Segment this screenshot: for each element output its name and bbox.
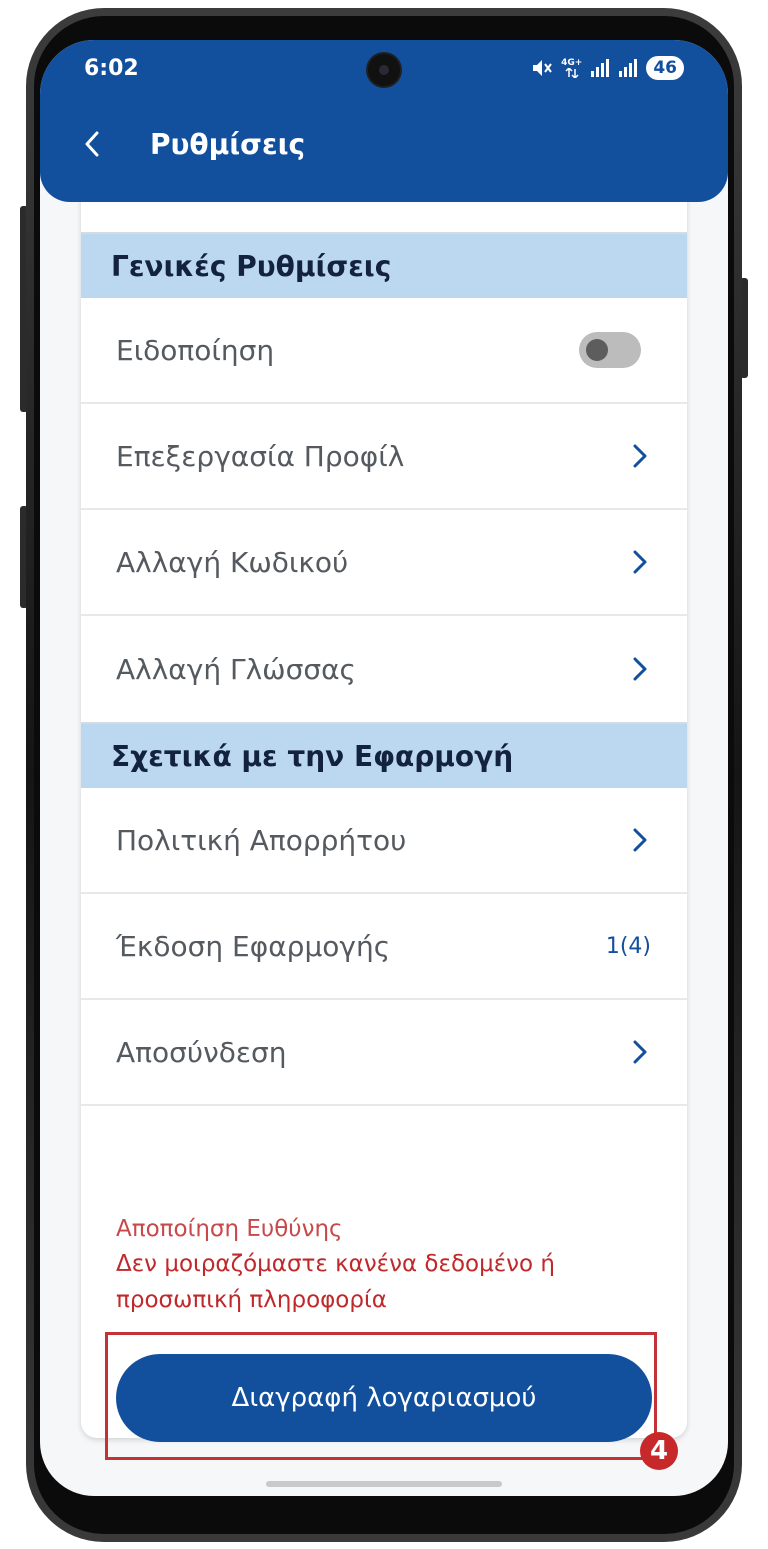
home-indicator[interactable] [266, 1481, 502, 1487]
disclaimer: Αποποίηση Ευθύνης Δεν μοιραζόμαστε κανέν… [116, 1216, 656, 1318]
page-title: Ρυθμίσεις [150, 128, 306, 161]
toggle-knob [586, 339, 608, 361]
status-time: 6:02 [84, 56, 139, 81]
chevron-right-icon [633, 444, 647, 468]
disclaimer-text-line: Δεν μοιραζόμαστε κανένα δεδομένο ή [116, 1251, 555, 1277]
signal-icon [591, 59, 610, 77]
front-camera [368, 54, 400, 86]
status-icons: 4G+ 46 [531, 56, 684, 80]
network-4g-icon: 4G+ [561, 57, 583, 78]
settings-card: Γενικές Ρυθμίσεις Ειδοποίηση Επεξεργασία… [81, 160, 687, 1470]
signal-icon [619, 59, 638, 77]
settings-item-label: Ειδοποίηση [116, 333, 275, 367]
settings-item-edit-profile[interactable]: Επεξεργασία Προφίλ [81, 404, 687, 510]
disclaimer-text: Δεν μοιραζόμαστε κανένα δεδομένο ή προσω… [116, 1246, 656, 1318]
settings-item-label: Έκδοση Εφαρμογής [116, 929, 391, 963]
settings-item-label: Αλλαγή Κωδικού [116, 545, 349, 579]
phone-screen: 6:02 4G+ 46 Ρυθμίσεις Γενικές Ρυθμίσεις … [40, 40, 728, 1496]
chevron-right-icon [633, 657, 647, 681]
settings-item-change-language[interactable]: Αλλαγή Γλώσσας [81, 616, 687, 722]
chevron-right-icon [633, 550, 647, 574]
disclaimer-text-line: προσωπική πληροφορία [116, 1287, 387, 1313]
settings-item-label: Αποσύνδεση [116, 1035, 287, 1069]
settings-item-label: Αλλαγή Γλώσσας [116, 652, 356, 686]
settings-item-change-password[interactable]: Αλλαγή Κωδικού [81, 510, 687, 616]
chevron-right-icon [633, 1040, 647, 1064]
app-version-value: 1(4) [605, 933, 651, 959]
network-type-label: 4G+ [561, 57, 583, 68]
settings-item-logout[interactable]: Αποσύνδεση [81, 1000, 687, 1106]
settings-item-app-version: Έκδοση Εφαρμογής 1(4) [81, 894, 687, 1000]
step-number-badge: 4 [640, 1432, 678, 1470]
app-header: 6:02 4G+ 46 Ρυθμίσεις [40, 40, 728, 202]
mute-icon [533, 60, 552, 76]
settings-item-privacy-policy[interactable]: Πολιτική Απορρήτου [81, 788, 687, 894]
notification-toggle[interactable] [579, 332, 641, 368]
chevron-right-icon [633, 828, 647, 852]
battery-icon: 46 [646, 56, 684, 80]
chevron-left-icon [85, 131, 99, 157]
settings-item-label: Επεξεργασία Προφίλ [116, 439, 405, 473]
back-button[interactable] [76, 124, 108, 164]
section-header-about-app: Σχετικά με την Εφαρμογή [81, 722, 687, 788]
disclaimer-title: Αποποίηση Ευθύνης [116, 1216, 343, 1242]
settings-item-label: Πολιτική Απορρήτου [116, 823, 407, 857]
settings-item-notification: Ειδοποίηση [81, 298, 687, 404]
section-header-general: Γενικές Ρυθμίσεις [81, 232, 687, 298]
delete-account-button[interactable]: Διαγραφή λογαριασμού [116, 1354, 652, 1442]
